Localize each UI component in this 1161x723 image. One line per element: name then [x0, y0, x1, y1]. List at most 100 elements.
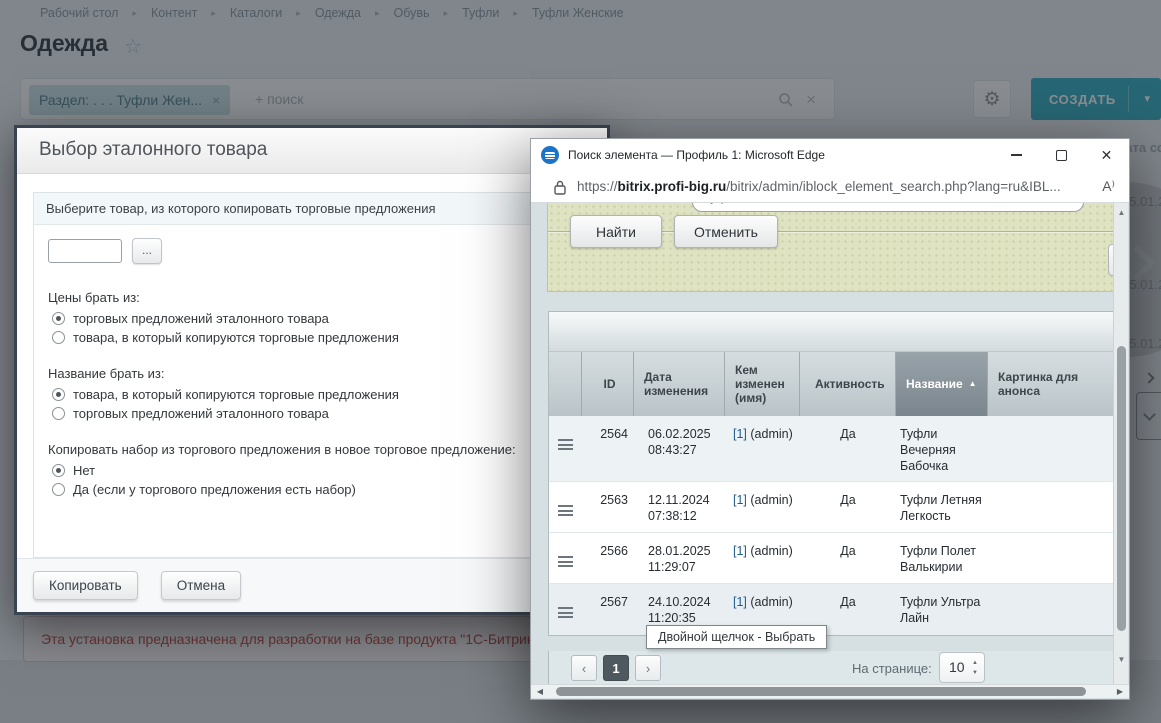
cell-editor: [1] (admin) [733, 493, 793, 507]
browse-product-button[interactable]: ... [132, 238, 162, 264]
url-path: /bitrix/admin/iblock_element_search.php?… [726, 179, 1061, 194]
minimize-icon [1011, 154, 1022, 156]
product-id-input[interactable] [48, 239, 122, 263]
page-prev-button[interactable]: ‹ [571, 655, 597, 681]
find-button[interactable]: Найти [570, 215, 662, 248]
prices-source-group: Цены брать из: торговых предложений этал… [48, 290, 576, 347]
radio-label: Нет [73, 463, 96, 478]
editor-link[interactable]: [1] [733, 427, 747, 441]
row-menu-icon[interactable] [558, 505, 573, 516]
copy-set-group: Копировать набор из торгового предложени… [48, 442, 576, 499]
dialog-title: Выбор эталонного товара [39, 139, 268, 160]
cancel-search-button[interactable]: Отменить [674, 215, 778, 248]
vertical-scrollbar[interactable]: ▲ ▼ [1113, 203, 1128, 686]
cell-date: 28.01.2025 11:29:07 [648, 544, 711, 574]
cell-active: Да [840, 544, 856, 558]
cell-name: Туфли Полет Валькирии [900, 544, 977, 574]
row-menu-icon[interactable] [558, 439, 573, 450]
horizontal-scrollbar[interactable]: ◀ ▶ [531, 684, 1129, 698]
url-text[interactable]: https://bitrix.profi-big.ru/bitrix/admin… [577, 179, 1061, 194]
cell-id: 2567 [600, 595, 628, 609]
per-page-value: 10 [949, 659, 965, 675]
radio-unselected-icon[interactable] [52, 331, 65, 344]
radio-unselected-icon[interactable] [52, 483, 65, 496]
horizontal-scrollbar-thumb[interactable] [556, 687, 1086, 696]
group-label: Цены брать из: [48, 290, 140, 305]
page-current-button[interactable]: 1 [603, 655, 629, 681]
sort-ascending-icon: ▲ [968, 379, 977, 388]
page-next-button[interactable]: › [635, 655, 661, 681]
radio-selected-icon[interactable] [52, 312, 65, 325]
row-menu-icon[interactable] [558, 556, 573, 567]
dialog-footer: Копировать Отмена [17, 558, 607, 612]
scroll-right-icon[interactable]: ▶ [1113, 685, 1127, 699]
grid-header-editor[interactable]: Кем изменен (имя) [725, 352, 800, 416]
spinner-arrows-icon[interactable]: ▲ ▼ [972, 658, 978, 678]
results-grid: ID Дата изменения Кем изменен (имя) Акти… [548, 311, 1114, 636]
dialog-header: Выбор эталонного товара [17, 128, 607, 174]
window-maximize-button[interactable] [1039, 139, 1084, 171]
radio-option[interactable]: Нет [48, 461, 576, 480]
window-close-button[interactable]: ✕ [1084, 139, 1129, 171]
copy-button[interactable]: Копировать [33, 571, 138, 600]
cell-picture [988, 533, 1113, 583]
table-row[interactable]: 2563 12.11.2024 07:38:12 [1] (admin) Да Т… [549, 482, 1113, 533]
maximize-icon [1056, 149, 1067, 161]
radio-unselected-icon[interactable] [52, 407, 65, 420]
window-minimize-button[interactable] [994, 139, 1039, 171]
grid-header-date[interactable]: Дата изменения [634, 352, 725, 416]
vertical-scrollbar-thumb[interactable] [1117, 346, 1126, 631]
radio-option[interactable]: торговых предложений эталонного товара [48, 309, 576, 328]
cell-name: Туфли Летняя Легкость [900, 493, 982, 523]
cell-name: Туфли Ультра Лайн [900, 595, 981, 625]
scroll-down-icon[interactable]: ▼ [1114, 655, 1129, 664]
editor-link[interactable]: [1] [733, 544, 747, 558]
cell-date: 06.02.2025 08:43:27 [648, 427, 711, 457]
grid-header-picture[interactable]: Картинка для анонса [988, 352, 1113, 416]
radio-option[interactable]: Да (если у торгового предложения есть на… [48, 480, 576, 499]
row-menu-icon[interactable] [558, 607, 573, 618]
edge-window-title: Поиск элемента — Профиль 1: Microsoft Ed… [568, 148, 825, 162]
grid-header-menu-column [549, 352, 582, 416]
close-icon: ✕ [1100, 146, 1113, 163]
radio-label: товара, в который копируются торговые пр… [73, 387, 399, 402]
read-aloud-icon[interactable]: A⁾ [1102, 178, 1115, 195]
url-scheme: https:// [577, 179, 618, 194]
per-page-spinner[interactable]: 10 ▲ ▼ [939, 652, 985, 683]
scroll-left-icon[interactable]: ◀ [533, 685, 547, 699]
radio-option[interactable]: товара, в который копируются торговые пр… [48, 328, 576, 347]
url-domain: bitrix.profi-big.ru [617, 179, 727, 194]
per-page-label: На странице: [852, 661, 932, 676]
screen: Рабочий стол▸ Контент▸ Каталоги▸ Одежда▸… [0, 0, 1161, 723]
table-row[interactable]: 2564 06.02.2025 08:43:27 [1] (admin) Да Т… [549, 416, 1113, 482]
table-row[interactable]: 2566 28.01.2025 11:29:07 [1] (admin) Да Т… [549, 533, 1113, 584]
grid-header-id[interactable]: ID [582, 352, 634, 416]
grid-toolbar [549, 312, 1113, 352]
cell-picture [988, 584, 1113, 635]
scroll-up-icon[interactable]: ▲ [1114, 208, 1129, 217]
cell-active: Да [840, 493, 856, 507]
grid-header-active[interactable]: Активность [800, 352, 896, 416]
radio-label: товара, в который копируются торговые пр… [73, 330, 399, 345]
radio-label: Да (если у торгового предложения есть на… [73, 482, 356, 497]
name-search-input[interactable] [692, 203, 1084, 212]
radio-selected-icon[interactable] [52, 388, 65, 401]
name-field-label: Название: [562, 203, 624, 204]
edge-titlebar[interactable]: Поиск элемента — Профиль 1: Microsoft Ed… [531, 139, 1129, 171]
cancel-button[interactable]: Отмена [160, 571, 242, 600]
cell-id: 2563 [600, 493, 628, 507]
radio-option[interactable]: товара, в который копируются торговые пр… [48, 385, 576, 404]
radio-option[interactable]: торговых предложений эталонного товара [48, 404, 576, 423]
editor-link[interactable]: [1] [733, 493, 747, 507]
bitrix-favicon [541, 146, 559, 164]
dialog-panel: Выберите товар, из которого копировать т… [33, 192, 591, 558]
grid-header-row: ID Дата изменения Кем изменен (имя) Акти… [549, 352, 1113, 416]
search-form-row: Название: [548, 203, 1118, 213]
cell-picture [988, 416, 1113, 481]
edge-address-bar[interactable]: https://bitrix.profi-big.ru/bitrix/admin… [531, 171, 1129, 203]
dialog-intro-text: Выберите товар, из которого копировать т… [34, 193, 590, 225]
editor-link[interactable]: [1] [733, 595, 747, 609]
radio-selected-icon[interactable] [52, 464, 65, 477]
table-row-hovered[interactable]: 2567 24.10.2024 11:20:35 [1] (admin) Да Т… [549, 584, 1113, 635]
grid-header-name-sorted[interactable]: Название ▲ [896, 352, 988, 416]
